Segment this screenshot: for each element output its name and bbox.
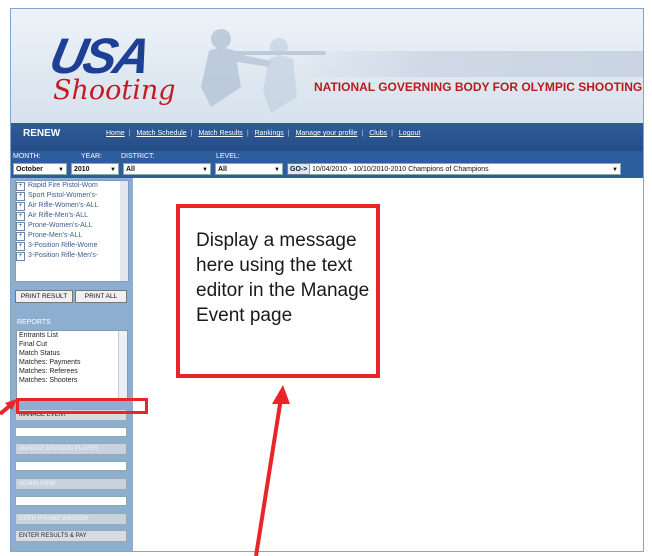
logo-shooting-text: Shooting bbox=[53, 75, 176, 106]
match-select[interactable]: 10/04/2010 - 10/10/2010-2010 Champions o… bbox=[309, 163, 621, 175]
reports-heading: REPORTS bbox=[17, 319, 51, 326]
district-select-value: All bbox=[126, 166, 135, 173]
expand-icon[interactable]: + bbox=[16, 192, 25, 201]
list-item[interactable]: Matches: Payments bbox=[17, 358, 127, 367]
year-select[interactable]: 2010 ▼ bbox=[71, 163, 119, 175]
list-item[interactable]: Final Cut bbox=[17, 340, 127, 349]
list-item[interactable]: + Air Rifle-Women's-ALL bbox=[16, 201, 128, 211]
nav-separator: | bbox=[246, 130, 249, 137]
annotation-callout-box: Display a message here using the text ed… bbox=[176, 204, 380, 378]
main-navigation: RENEW Home | Match Schedule | Match Result… bbox=[11, 123, 643, 151]
list-item[interactable]: Matches: Shooters bbox=[17, 376, 127, 385]
expand-icon[interactable]: + bbox=[16, 212, 25, 221]
list-item[interactable]: +3-Position Rifle-Wome bbox=[16, 241, 128, 251]
list-item[interactable]: Match Status bbox=[17, 349, 127, 358]
chevron-down-icon: ▼ bbox=[58, 167, 64, 173]
level-select[interactable]: All ▼ bbox=[215, 163, 283, 175]
year-select-value: 2010 bbox=[74, 166, 90, 173]
month-select[interactable]: October ▼ bbox=[13, 163, 67, 175]
enter-results-pay-button[interactable]: ENTER RESULTS & PAY bbox=[15, 530, 127, 542]
left-sidebar: + Rapid Fire Pistol-Wom + Sport Pistol-Wom… bbox=[11, 178, 133, 551]
expand-icon[interactable]: + bbox=[16, 202, 25, 211]
expand-icon[interactable]: + bbox=[16, 182, 25, 191]
nav-separator: | bbox=[361, 130, 364, 137]
admin-view-button[interactable]: ADMIN VIEW bbox=[15, 478, 127, 490]
manage-event-highlight bbox=[16, 398, 148, 414]
nav-rankings-link[interactable]: Rankings bbox=[255, 130, 284, 137]
list-item[interactable]: + Rapid Fire Pistol-Wom bbox=[16, 181, 128, 191]
open-iframe-window-button[interactable]: OPEN IFRAME WINDOW bbox=[15, 513, 127, 525]
banner-tagline: NATIONAL GOVERNING BODY FOR OLYMPIC SHOO… bbox=[314, 80, 643, 94]
list-item[interactable]: + Prone-Women's-ALL bbox=[16, 221, 128, 231]
level-select-value: All bbox=[218, 166, 227, 173]
match-select-value: 10/04/2010 - 10/10/2010-2010 Champions o… bbox=[312, 166, 489, 173]
print-result-button[interactable]: PRINT RESULT bbox=[15, 290, 73, 303]
usa-shooting-logo[interactable]: USA Shooting bbox=[45, 28, 176, 116]
filter-bar: MONTH: YEAR: DISTRICT: LEVEL: October ▼ … bbox=[11, 151, 643, 178]
level-label: LEVEL: bbox=[216, 153, 240, 160]
nav-match-results-link[interactable]: Match Results bbox=[198, 130, 242, 137]
chevron-down-icon: ▼ bbox=[202, 167, 208, 173]
nav-clubs-link[interactable]: Clubs bbox=[369, 130, 387, 137]
go-button[interactable]: GO-> bbox=[287, 163, 311, 175]
nav-manage-profile-link[interactable]: Manage your profile bbox=[296, 130, 358, 137]
nav-links: Home | Match Schedule | Match Results | Ran… bbox=[106, 130, 420, 137]
district-select[interactable]: All ▼ bbox=[123, 163, 211, 175]
list-item[interactable]: + Air Rifle-Men's-ALL bbox=[16, 211, 128, 221]
month-label: MONTH: bbox=[13, 153, 41, 160]
division-player-field[interactable] bbox=[15, 461, 127, 471]
reports-listbox[interactable]: Entrants List Final Cut Match Status Mat… bbox=[16, 330, 128, 399]
expand-icon[interactable]: + bbox=[16, 242, 25, 251]
print-all-button[interactable]: PRINT ALL bbox=[75, 290, 127, 303]
chevron-down-icon: ▼ bbox=[110, 167, 116, 173]
annotation-message: Display a message here using the text ed… bbox=[196, 230, 370, 326]
nav-separator: | bbox=[128, 130, 131, 137]
manage-event-field[interactable] bbox=[15, 427, 127, 437]
list-item[interactable]: Matches: Referees bbox=[17, 367, 127, 376]
logo-usa-text: USA bbox=[45, 28, 154, 84]
site-banner: USA Shooting NATIONAL GOVERNING BODY FOR… bbox=[11, 9, 643, 123]
district-label: DISTRICT: bbox=[121, 153, 155, 160]
list-item[interactable]: Entrants List bbox=[17, 331, 127, 340]
nav-separator: | bbox=[190, 130, 193, 137]
admin-view-field[interactable] bbox=[15, 496, 127, 506]
reports-scrollbar[interactable] bbox=[118, 331, 127, 398]
banner-stripe bbox=[291, 51, 643, 77]
nav-match-schedule-link[interactable]: Match Schedule bbox=[136, 130, 186, 137]
expand-icon[interactable]: + bbox=[16, 232, 25, 241]
print-buttons: PRINT RESULT PRINT ALL bbox=[15, 290, 129, 304]
expand-icon[interactable]: + bbox=[16, 252, 25, 261]
list-item[interactable]: +3-Position Rifle-Men's- bbox=[16, 251, 128, 261]
year-label: YEAR: bbox=[81, 153, 103, 160]
chevron-down-icon: ▼ bbox=[274, 167, 280, 173]
event-tree-list[interactable]: + Rapid Fire Pistol-Wom + Sport Pistol-Wom… bbox=[15, 180, 129, 282]
month-select-value: October bbox=[16, 166, 43, 173]
nav-home-link[interactable]: Home bbox=[106, 130, 125, 137]
chevron-down-icon: ▼ bbox=[612, 167, 618, 173]
list-item[interactable]: + Sport Pistol-Women's- bbox=[16, 191, 128, 201]
manage-division-player-button[interactable]: MANAGE DIVISION PLAYER bbox=[15, 443, 127, 455]
expand-icon[interactable]: + bbox=[16, 222, 25, 231]
nav-logout-link[interactable]: Logout bbox=[399, 130, 420, 137]
nav-separator: | bbox=[287, 130, 290, 137]
renew-link[interactable]: RENEW bbox=[23, 128, 60, 139]
shooter-silhouette-image bbox=[201, 29, 326, 113]
list-item[interactable]: + Prone-Men's-ALL bbox=[16, 231, 128, 241]
nav-separator: | bbox=[391, 130, 393, 137]
event-list-scrollbar[interactable] bbox=[120, 181, 128, 281]
